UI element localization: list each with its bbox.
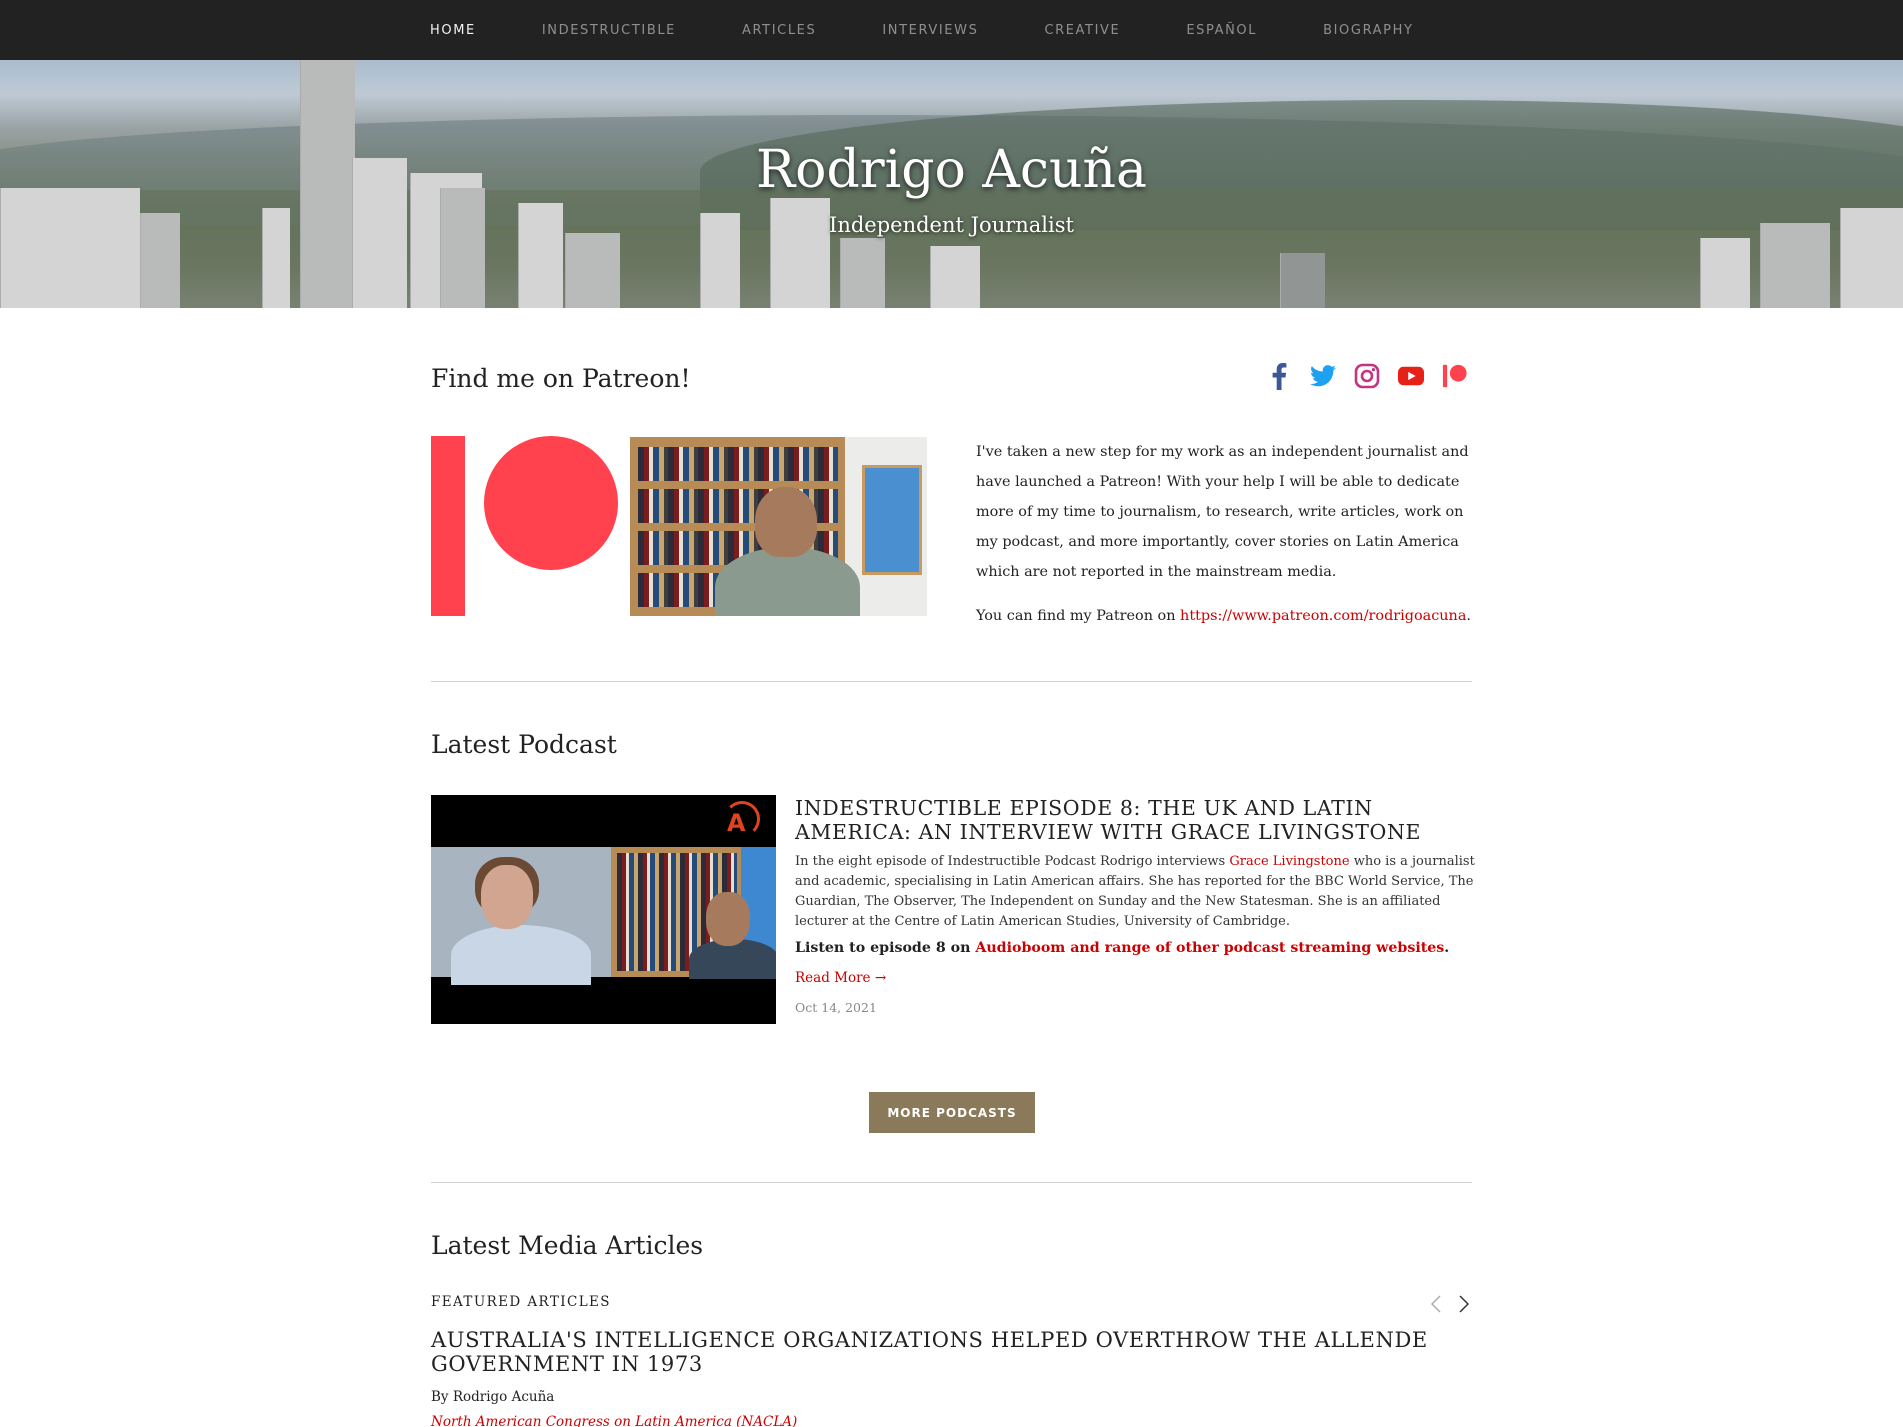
chevron-right-icon[interactable] <box>1455 1293 1473 1315</box>
nav-item-creative[interactable]: CREATIVE <box>1044 23 1120 38</box>
audioboom-link[interactable]: Audioboom and range of other podcast str… <box>975 940 1444 956</box>
article-title[interactable]: Australia's Intelligence Organizations H… <box>431 1328 1481 1376</box>
podcast-date: Oct 14, 2021 <box>795 1000 877 1015</box>
patreon-logo-bar <box>431 436 465 616</box>
patreon-heading: Find me on Patreon! <box>431 364 691 393</box>
top-nav: HOME INDESTRUCTIBLE ARTICLES INTERVIEWS … <box>0 0 1903 60</box>
featured-articles-label: FEATURED ARTICLES <box>431 1294 611 1310</box>
patreon-logo-circle <box>484 436 618 570</box>
article-byline: By Rodrigo Acuña <box>431 1389 555 1405</box>
guest-video-panel <box>431 847 611 985</box>
patreon-video-thumbnail[interactable] <box>630 437 927 616</box>
podcast-title[interactable]: Indestructible Episode 8: The UK and Lat… <box>795 796 1475 844</box>
guest-shirt <box>451 925 591 985</box>
section-divider <box>431 681 1472 682</box>
instagram-icon[interactable] <box>1354 362 1380 390</box>
nav-menu: HOME INDESTRUCTIBLE ARTICLES INTERVIEWS … <box>430 0 1480 60</box>
nav-item-biography[interactable]: BIOGRAPHY <box>1323 23 1413 38</box>
youtube-icon[interactable] <box>1398 362 1424 390</box>
host-video-panel <box>611 847 776 979</box>
patreon-logo[interactable] <box>431 436 629 616</box>
site-title: Rodrigo Acuña <box>755 140 1147 200</box>
podcast-listen-text: Listen to episode 8 on Audioboom and ran… <box>795 940 1449 956</box>
podcast-heading: Latest Podcast <box>431 730 617 759</box>
podcast-description: In the eight episode of Indestructible P… <box>795 852 1475 932</box>
nav-item-indestructible[interactable]: INDESTRUCTIBLE <box>542 23 676 38</box>
host-face <box>706 892 750 946</box>
listen-suffix: . <box>1444 940 1450 956</box>
podcast-thumbnail[interactable]: A <box>431 795 776 1024</box>
site-subtitle: Independent Journalist <box>829 213 1074 237</box>
patreon-icon[interactable] <box>1442 362 1468 390</box>
wall-map-image <box>862 465 922 575</box>
articles-heading: Latest Media Articles <box>431 1231 704 1260</box>
more-podcasts-button[interactable]: MORE PODCASTS <box>869 1092 1035 1133</box>
chevron-left-icon[interactable] <box>1427 1293 1445 1315</box>
patreon-find-text: You can find my Patreon on https://www.p… <box>976 601 1496 631</box>
article-source-link[interactable]: North American Congress on Latin America… <box>431 1414 797 1427</box>
hero-banner: Rodrigo Acuña Independent Journalist <box>0 60 1903 308</box>
carousel-controls <box>1427 1293 1483 1315</box>
patreon-find-suffix: . <box>1466 608 1471 624</box>
listen-prefix: Listen to episode 8 on <box>795 940 976 956</box>
social-links <box>1266 362 1486 390</box>
patreon-link[interactable]: https://www.patreon.com/rodrigoacuna <box>1180 608 1466 624</box>
shelf-row <box>638 447 838 481</box>
podcast-desc-prefix: In the eight episode of Indestructible P… <box>795 854 1230 869</box>
section-divider <box>431 1182 1472 1183</box>
facebook-icon[interactable] <box>1266 362 1292 390</box>
nav-item-interviews[interactable]: INTERVIEWS <box>882 23 978 38</box>
nav-item-espanol[interactable]: ESPAÑOL <box>1186 23 1257 38</box>
nav-item-home[interactable]: HOME <box>430 23 476 38</box>
speaker-face <box>755 487 817 557</box>
patreon-find-prefix: You can find my Patreon on <box>976 608 1181 624</box>
guest-link[interactable]: Grace Livingstone <box>1229 854 1349 869</box>
read-more-link[interactable]: Read More → <box>795 970 886 986</box>
guest-face <box>481 865 533 929</box>
twitter-icon[interactable] <box>1310 362 1336 390</box>
podcast-logo-letter: A <box>727 809 746 837</box>
patreon-paragraph: I've taken a new step for my work as an … <box>976 444 1469 580</box>
nav-item-articles[interactable]: ARTICLES <box>742 23 816 38</box>
